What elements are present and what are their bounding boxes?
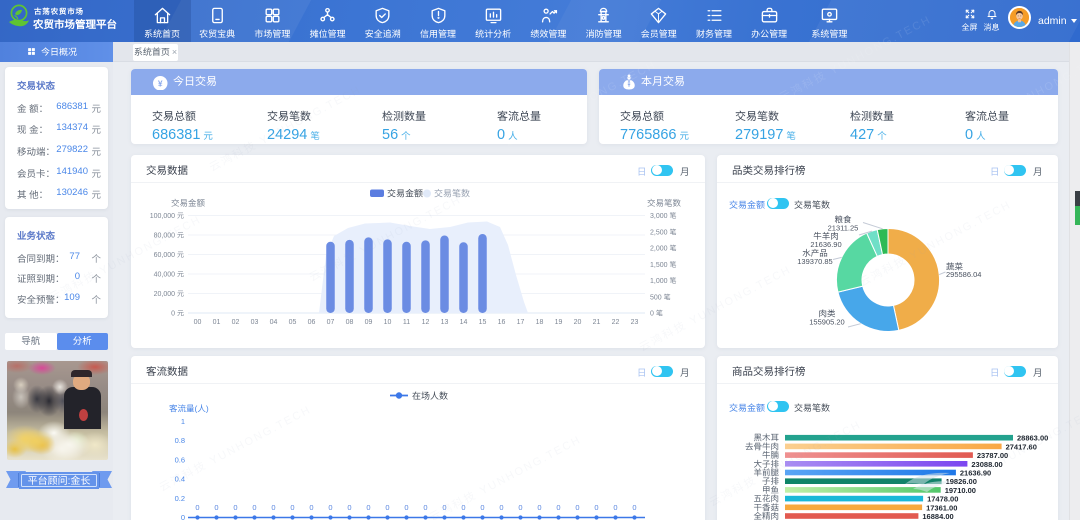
svg-text:21636.90: 21636.90 — [960, 469, 991, 478]
svg-text:1,500 笔: 1,500 笔 — [650, 261, 676, 269]
svg-text:0: 0 — [480, 503, 484, 512]
svg-text:0 元: 0 元 — [171, 310, 184, 318]
svg-text:1: 1 — [181, 417, 185, 426]
svg-text:0.8: 0.8 — [175, 436, 185, 445]
svg-text:08: 08 — [346, 319, 354, 326]
svg-text:0: 0 — [518, 503, 522, 512]
svg-text:0: 0 — [499, 503, 503, 512]
svg-text:13: 13 — [441, 319, 449, 326]
svg-text:19826.00: 19826.00 — [946, 477, 977, 486]
svg-text:21311.25: 21311.25 — [828, 224, 859, 233]
svg-text:07: 07 — [327, 319, 335, 326]
svg-text:03: 03 — [251, 319, 259, 326]
svg-text:0: 0 — [366, 503, 370, 512]
svg-text:0: 0 — [214, 503, 218, 512]
svg-text:0: 0 — [347, 503, 351, 512]
svg-text:0: 0 — [290, 503, 294, 512]
svg-text:全精肉: 全精肉 — [753, 511, 779, 520]
svg-text:100,000 元: 100,000 元 — [150, 212, 184, 220]
svg-text:20,000 元: 20,000 元 — [154, 290, 184, 298]
svg-text:0: 0 — [594, 503, 598, 512]
svg-text:23787.00: 23787.00 — [977, 451, 1008, 460]
svg-text:23: 23 — [631, 319, 639, 326]
svg-text:17478.00: 17478.00 — [927, 495, 958, 504]
svg-text:0: 0 — [442, 503, 446, 512]
svg-text:21: 21 — [593, 319, 601, 326]
svg-text:22: 22 — [612, 319, 620, 326]
svg-text:40,000 元: 40,000 元 — [154, 271, 184, 279]
svg-text:0: 0 — [537, 503, 541, 512]
svg-text:交易金额: 交易金额 — [171, 198, 206, 208]
svg-text:在场人数: 在场人数 — [412, 391, 448, 401]
svg-text:139370.85: 139370.85 — [797, 257, 832, 266]
svg-text:295586.04: 295586.04 — [946, 270, 981, 279]
svg-text:0: 0 — [461, 503, 465, 512]
svg-text:05: 05 — [289, 319, 297, 326]
svg-text:01: 01 — [213, 319, 221, 326]
svg-text:11: 11 — [403, 319, 410, 326]
svg-text:3,000 笔: 3,000 笔 — [650, 212, 676, 220]
svg-text:0 笔: 0 笔 — [650, 310, 663, 318]
svg-text:500 笔: 500 笔 — [650, 293, 671, 301]
svg-text:0: 0 — [423, 503, 427, 512]
svg-text:0: 0 — [556, 503, 560, 512]
svg-text:10: 10 — [384, 319, 392, 326]
svg-text:0.6: 0.6 — [175, 455, 185, 464]
svg-text:16884.00: 16884.00 — [922, 512, 953, 520]
svg-text:0: 0 — [233, 503, 237, 512]
svg-text:60,000 元: 60,000 元 — [154, 251, 184, 259]
svg-text:2,500 笔: 2,500 笔 — [650, 228, 676, 236]
svg-text:0: 0 — [271, 503, 275, 512]
svg-text:1,000 笔: 1,000 笔 — [650, 277, 676, 285]
svg-text:21636.90: 21636.90 — [810, 240, 841, 249]
svg-text:0: 0 — [252, 503, 256, 512]
svg-text:0: 0 — [181, 513, 185, 520]
svg-text:02: 02 — [232, 319, 240, 326]
svg-text:0: 0 — [575, 503, 579, 512]
svg-text:0: 0 — [195, 503, 199, 512]
svg-text:06: 06 — [308, 319, 316, 326]
svg-text:80,000 元: 80,000 元 — [154, 232, 184, 240]
svg-text:2,000 笔: 2,000 笔 — [650, 245, 676, 253]
svg-text:0.2: 0.2 — [175, 494, 185, 503]
svg-text:17: 17 — [517, 319, 525, 326]
svg-text:09: 09 — [365, 319, 373, 326]
svg-text:19710.00: 19710.00 — [945, 486, 976, 495]
svg-text:0: 0 — [385, 503, 389, 512]
svg-text:27417.60: 27417.60 — [1006, 442, 1037, 451]
svg-text:19: 19 — [555, 319, 563, 326]
svg-text:客流量(人): 客流量(人) — [169, 404, 209, 414]
svg-text:16: 16 — [498, 319, 506, 326]
svg-text:00: 00 — [194, 319, 202, 326]
svg-text:0: 0 — [309, 503, 313, 512]
svg-text:交易笔数: 交易笔数 — [647, 198, 682, 208]
svg-text:14: 14 — [460, 319, 468, 326]
svg-text:0: 0 — [613, 503, 617, 512]
svg-text:¥: ¥ — [158, 78, 163, 88]
svg-text:04: 04 — [270, 319, 278, 326]
svg-text:12: 12 — [422, 319, 430, 326]
svg-text:28863.00: 28863.00 — [1017, 434, 1048, 443]
svg-text:17361.00: 17361.00 — [926, 503, 957, 512]
svg-text:155905.20: 155905.20 — [809, 318, 844, 327]
svg-text:交易金额: 交易金额 — [387, 189, 423, 199]
svg-text:平台顾问:金长: 平台顾问:金长 — [28, 475, 91, 487]
svg-text:0.4: 0.4 — [175, 475, 185, 484]
svg-text:15: 15 — [479, 319, 487, 326]
svg-text:0: 0 — [328, 503, 332, 512]
svg-text:0: 0 — [404, 503, 408, 512]
svg-text:20: 20 — [574, 319, 582, 326]
svg-text:0: 0 — [632, 503, 636, 512]
svg-text:交易笔数: 交易笔数 — [434, 189, 470, 199]
svg-text:23088.00: 23088.00 — [971, 460, 1002, 469]
svg-text:18: 18 — [536, 319, 544, 326]
